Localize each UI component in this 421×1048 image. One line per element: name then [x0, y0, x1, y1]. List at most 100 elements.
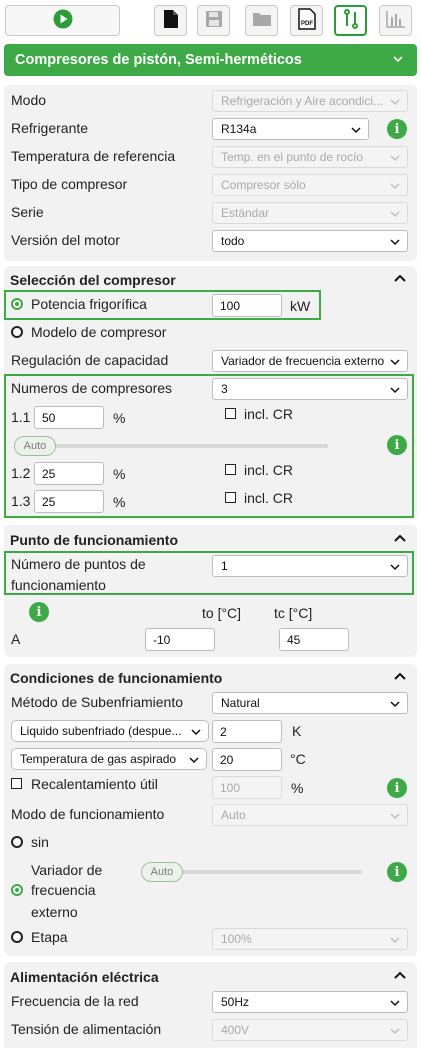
info-icon[interactable]: i [387, 435, 407, 455]
modo-funcionamiento-label: Modo de funcionamiento [11, 806, 165, 822]
play-icon [53, 9, 73, 32]
modo-label: Modo [11, 92, 47, 108]
version-select[interactable]: todo [212, 230, 408, 252]
recalentamiento-label: Recalentamiento útil [31, 776, 158, 792]
tipo-select[interactable]: Compresor sólo [212, 174, 408, 196]
compresor-share-input[interactable]: 25 [34, 462, 104, 485]
pdf-button[interactable]: PDF [290, 5, 323, 36]
temp-ref-label: Temperatura de referencia [11, 148, 176, 164]
tension-label: Tensión de alimentación [11, 1021, 162, 1037]
numeros-select[interactable]: 3 [212, 378, 408, 400]
metodo-select[interactable]: Natural [212, 692, 408, 714]
compresor-slider-knob[interactable]: Auto [14, 436, 56, 456]
compresor-unit: % [113, 494, 126, 510]
product-header[interactable]: Compresores de pistón, Semi-herméticos [4, 44, 417, 76]
variador-label-1: Variador de [31, 862, 103, 878]
variador-label-2: frecuencia [31, 882, 96, 898]
chevron-down-icon [389, 384, 401, 399]
compresor-slider-track[interactable] [16, 444, 328, 448]
variador-label-3: externo [31, 904, 78, 920]
compresor-share-input[interactable]: 25 [34, 490, 104, 513]
etapa-label: Etapa [31, 929, 68, 945]
chevron-down-icon [391, 52, 405, 70]
chevron-down-icon [389, 208, 401, 223]
compresor-id: 1.2 [11, 465, 31, 481]
chart-button[interactable] [379, 5, 412, 36]
compresor-id: 1.3 [11, 493, 31, 509]
modo-select[interactable]: Refrigeración y Aire acondici... [212, 90, 408, 112]
chevron-down-icon [188, 754, 200, 769]
save-button[interactable] [197, 5, 230, 36]
potencia-input[interactable]: 100 [212, 294, 282, 317]
numero-puntos-select[interactable]: 1 [212, 555, 408, 577]
modo-funcionamiento-select[interactable]: Auto [212, 804, 408, 826]
tipo-label: Tipo de compresor [11, 176, 128, 192]
chevron-up-icon[interactable] [393, 272, 407, 289]
serie-select[interactable]: Estándar [212, 202, 408, 224]
to-input[interactable]: -10 [145, 628, 215, 651]
chevron-down-icon [389, 1025, 401, 1040]
incl-cr-checkbox[interactable] [225, 408, 236, 419]
incl-cr-label: incl. CR [244, 462, 294, 478]
liquido-unit: K [292, 723, 302, 739]
incl-cr-label: incl. CR [244, 490, 294, 506]
punto-title: Punto de funcionamiento [10, 532, 178, 548]
gas-select[interactable]: Temperatura de gas aspirado [11, 748, 207, 770]
etapa-radio[interactable] [11, 931, 23, 943]
recalentamiento-checkbox[interactable] [11, 778, 22, 789]
run-button[interactable] [5, 5, 120, 36]
incl-cr-checkbox[interactable] [225, 464, 236, 475]
gas-unit: °C [290, 751, 306, 767]
liquido-input[interactable]: 2 [212, 720, 282, 743]
modelo-label: Modelo de compresor [31, 324, 167, 340]
compresor-unit: % [113, 466, 126, 482]
compresor-share-input[interactable]: 50 [34, 406, 104, 429]
chevron-up-icon[interactable] [393, 532, 407, 549]
info-icon[interactable]: i [387, 862, 407, 882]
incl-cr-checkbox[interactable] [225, 492, 236, 503]
info-icon[interactable]: i [29, 602, 49, 622]
new-document-button[interactable] [154, 5, 187, 36]
regulacion-select[interactable]: Variador de frecuencia externo [212, 350, 408, 372]
tc-input[interactable]: 45 [279, 628, 349, 651]
liquido-select[interactable]: Liquido subenfriado (despue... [11, 720, 209, 742]
tension-select[interactable]: 400V [212, 1019, 408, 1041]
numeros-label: Numeros de compresores [11, 380, 173, 396]
chevron-up-icon[interactable] [393, 969, 407, 986]
chevron-up-icon[interactable] [393, 670, 407, 687]
punto-row-label: A [11, 631, 21, 647]
chevron-down-icon [389, 96, 401, 111]
tc-header: tc [°C] [274, 605, 313, 621]
numero-puntos-label-2: funcionamiento [11, 577, 106, 593]
modelo-radio[interactable] [11, 326, 23, 338]
version-label: Versión del motor [11, 232, 120, 248]
chevron-down-icon [389, 934, 401, 949]
etapa-select[interactable]: 100% [212, 928, 408, 950]
refrigerante-select[interactable]: R134a [212, 118, 369, 140]
regulacion-label: Regulación de capacidad [11, 352, 169, 368]
info-icon[interactable]: i [387, 119, 407, 139]
metodo-label: Método de Subenfriamiento [11, 694, 183, 710]
variador-slider-knob[interactable]: Auto [141, 862, 183, 882]
recalentamiento-unit: % [291, 780, 304, 796]
recalentamiento-input[interactable]: 100 [212, 776, 282, 799]
chevron-down-icon [389, 997, 401, 1012]
chevron-down-icon [389, 152, 401, 167]
potencia-radio[interactable] [11, 298, 23, 310]
variador-radio[interactable] [11, 884, 23, 896]
info-icon[interactable]: i [387, 778, 407, 798]
compare-icon [343, 9, 359, 32]
alimentacion-title: Alimentación eléctrica [10, 969, 159, 985]
frecuencia-select[interactable]: 50Hz [212, 991, 408, 1013]
condiciones-title: Condiciones de funcionamiento [10, 670, 223, 686]
sin-radio[interactable] [11, 836, 23, 848]
numero-puntos-label-1: Número de puntos de [11, 556, 146, 572]
gas-input[interactable]: 20 [212, 748, 282, 771]
open-folder-icon [252, 11, 272, 30]
to-header: to [°C] [202, 605, 242, 621]
compare-button[interactable] [334, 5, 367, 36]
temp-ref-select[interactable]: Temp. en el punto de rocío [212, 146, 408, 168]
save-icon [205, 10, 223, 31]
open-folder-button[interactable] [245, 5, 278, 36]
chevron-down-icon [389, 180, 401, 195]
